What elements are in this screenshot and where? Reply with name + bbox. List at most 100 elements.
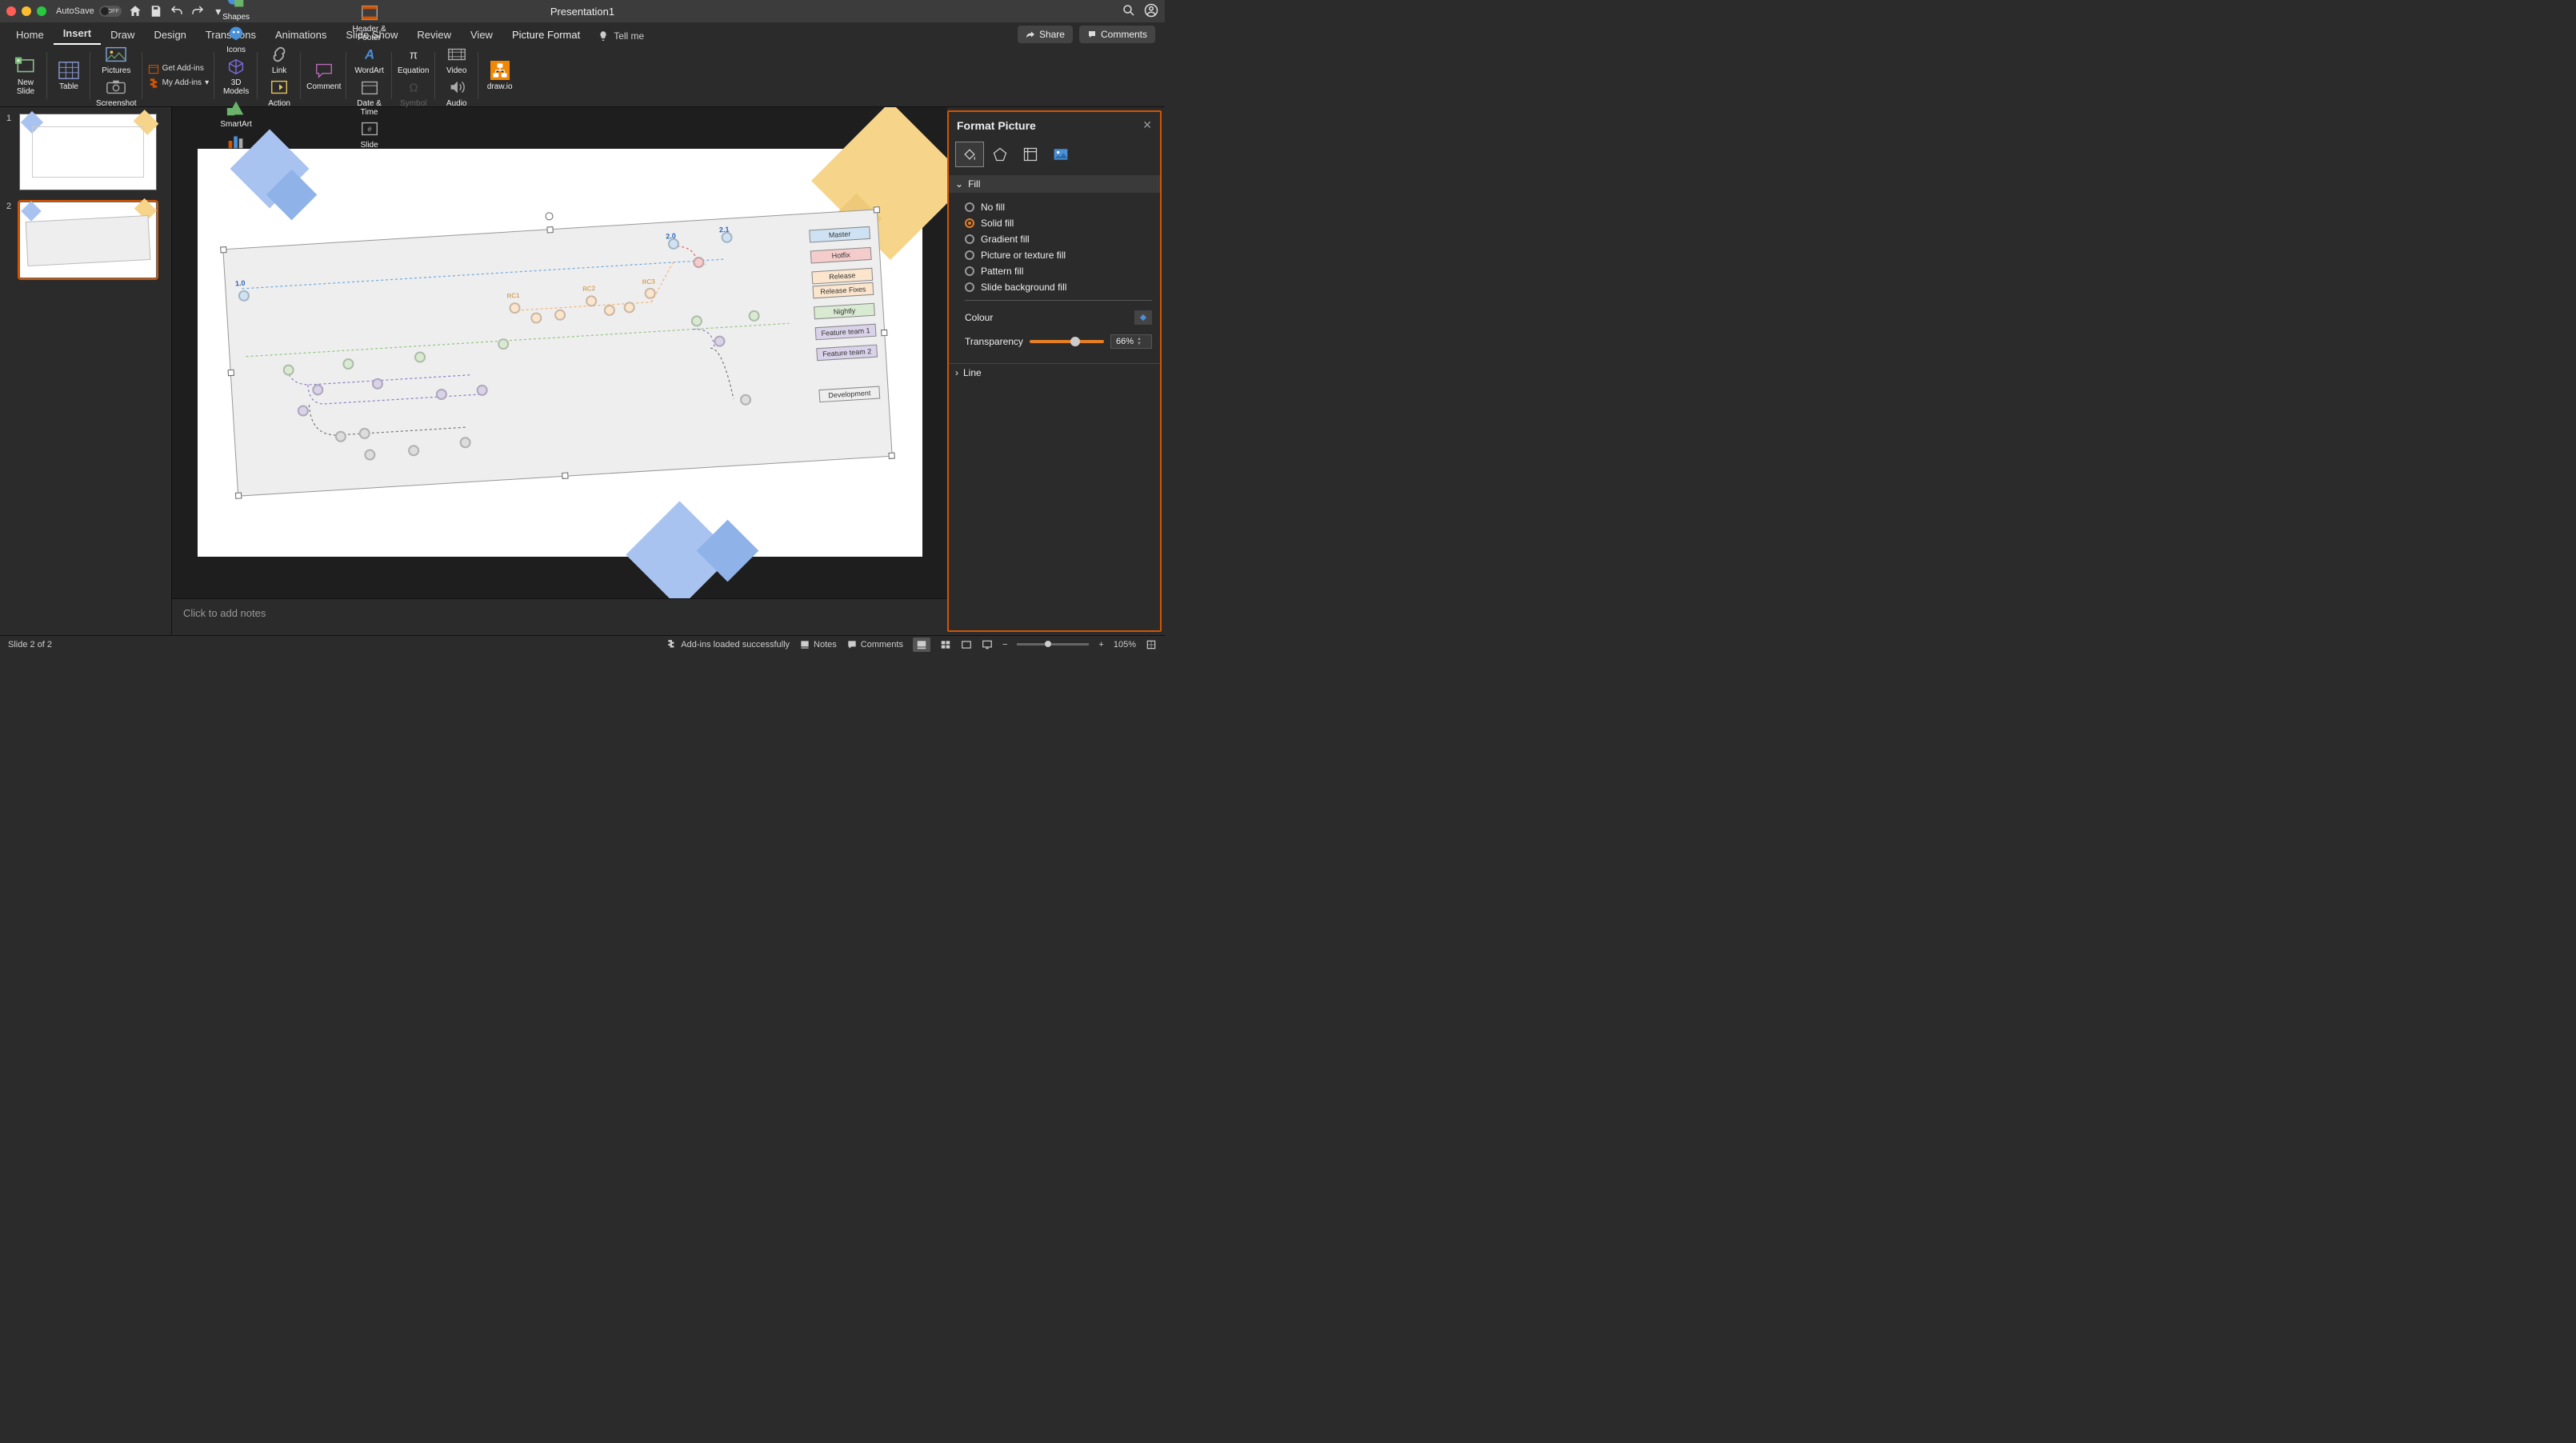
resize-handle[interactable] <box>562 472 568 478</box>
tab-animations[interactable]: Animations <box>266 25 336 45</box>
tell-me-search[interactable]: Tell me <box>590 27 652 45</box>
commit-dot <box>342 358 354 370</box>
zoom-slider[interactable] <box>1017 643 1089 646</box>
tab-home[interactable]: Home <box>6 25 54 45</box>
selected-picture[interactable]: Master Hotfix Release Release Fixes Nigh… <box>222 209 892 496</box>
icons-button[interactable]: Icons <box>220 23 252 54</box>
get-addins-button[interactable]: Get Add-ins <box>148 63 210 74</box>
comments-button[interactable]: Comments <box>1079 26 1155 43</box>
tab-design[interactable]: Design <box>144 25 195 45</box>
chevron-right-icon: › <box>955 367 958 378</box>
close-pane-icon[interactable]: ✕ <box>1142 118 1152 132</box>
fit-to-window-button[interactable] <box>1146 639 1157 650</box>
resize-handle[interactable] <box>873 206 879 213</box>
header-footer-button[interactable]: Header & Footer <box>352 2 386 42</box>
3d-models-button[interactable]: 3D Models <box>220 56 252 96</box>
slide-canvas-wrap[interactable]: Master Hotfix Release Release Fixes Nigh… <box>172 107 947 598</box>
normal-view-button[interactable] <box>913 638 930 652</box>
line-section-header[interactable]: › Line <box>949 363 1160 382</box>
thumbnail-2[interactable]: 2 <box>6 202 165 278</box>
save-icon[interactable] <box>149 4 163 18</box>
reading-view-button[interactable] <box>961 639 972 650</box>
comment-button[interactable]: Comment <box>306 60 341 91</box>
minimize-window-button[interactable] <box>22 6 31 16</box>
search-icon[interactable] <box>1122 3 1136 20</box>
equation-button[interactable]: πEquation <box>398 44 430 75</box>
resize-handle[interactable] <box>546 226 553 233</box>
account-icon[interactable] <box>1144 3 1158 20</box>
wordart-button[interactable]: AWordArt <box>354 44 386 75</box>
thumbnail-1[interactable]: 1 <box>6 114 165 190</box>
fill-no-fill[interactable]: No fill <box>965 199 1152 215</box>
zoom-out-button[interactable]: − <box>1002 640 1007 650</box>
zoom-window-button[interactable] <box>37 6 46 16</box>
tab-view[interactable]: View <box>461 25 502 45</box>
ribbon-tabs: Home Insert Draw Design Transitions Anim… <box>0 22 1165 45</box>
new-slide-icon <box>14 56 38 77</box>
tab-insert[interactable]: Insert <box>54 23 101 45</box>
share-button[interactable]: Share <box>1018 26 1073 43</box>
fill-gradient[interactable]: Gradient fill <box>965 231 1152 247</box>
screenshot-button[interactable]: Screenshot <box>96 77 137 108</box>
table-button[interactable]: Table <box>53 60 85 91</box>
body-area: 1 2 <box>0 107 1165 635</box>
my-addins-button[interactable]: My Add-ins ▾ <box>148 78 210 89</box>
slide-indicator[interactable]: Slide 2 of 2 <box>8 640 52 650</box>
fill-solid[interactable]: Solid fill <box>965 215 1152 231</box>
thumbnail-2-image[interactable] <box>19 202 157 278</box>
branch-label-nightly: Nightly <box>814 303 875 320</box>
fill-line-tab[interactable] <box>955 142 984 167</box>
slideshow-view-button[interactable] <box>982 639 993 650</box>
transparency-slider[interactable] <box>1030 340 1104 343</box>
action-button[interactable]: Action <box>263 77 295 108</box>
thumbnail-1-image[interactable] <box>19 114 157 190</box>
notes-pane[interactable]: Click to add notes <box>172 598 947 635</box>
autosave-pill[interactable]: OFF <box>99 6 122 17</box>
resize-handle[interactable] <box>234 492 241 498</box>
redo-icon[interactable] <box>190 4 205 18</box>
zoom-level[interactable]: 105% <box>1114 640 1136 650</box>
size-tab[interactable] <box>1016 142 1045 167</box>
window-controls <box>6 6 46 16</box>
new-slide-button[interactable]: New Slide <box>10 56 42 96</box>
commit-dot <box>644 287 656 299</box>
shapes-button[interactable]: Shapes <box>220 0 252 22</box>
tab-review[interactable]: Review <box>407 25 461 45</box>
home-icon[interactable] <box>128 4 142 18</box>
commit-dot <box>476 384 488 396</box>
tab-draw[interactable]: Draw <box>101 25 144 45</box>
zoom-in-button[interactable]: + <box>1098 640 1103 650</box>
commit-dot <box>282 364 294 376</box>
undo-icon[interactable] <box>170 4 184 18</box>
autosave-toggle[interactable]: AutoSave OFF <box>56 6 122 17</box>
textbox-button[interactable]: AText Box <box>354 0 386 1</box>
pictures-button[interactable]: Pictures <box>100 44 132 75</box>
notes-button[interactable]: Notes <box>799 639 837 650</box>
fill-picture[interactable]: Picture or texture fill <box>965 247 1152 263</box>
fill-section-header[interactable]: ⌄ Fill <box>949 175 1160 193</box>
video-button[interactable]: Video <box>441 44 473 75</box>
drawio-button[interactable]: draw.io <box>484 60 516 91</box>
audio-button[interactable]: Audio <box>441 77 473 108</box>
effects-tab[interactable] <box>986 142 1014 167</box>
sorter-view-button[interactable] <box>940 639 951 650</box>
cube-icon <box>224 56 248 77</box>
resize-handle[interactable] <box>220 246 226 253</box>
paint-bucket-icon <box>962 146 978 162</box>
resize-handle[interactable] <box>888 453 894 459</box>
fill-slide-bg[interactable]: Slide background fill <box>965 279 1152 295</box>
colour-picker-button[interactable] <box>1134 310 1152 325</box>
resize-handle[interactable] <box>881 330 887 336</box>
transparency-input[interactable]: 66%▲▼ <box>1110 334 1152 349</box>
rotation-handle[interactable] <box>545 212 554 221</box>
slide-canvas[interactable]: Master Hotfix Release Release Fixes Nigh… <box>198 149 922 557</box>
link-button[interactable]: Link <box>263 44 295 75</box>
tab-picture-format[interactable]: Picture Format <box>502 25 590 45</box>
close-window-button[interactable] <box>6 6 16 16</box>
resize-handle[interactable] <box>227 370 234 376</box>
fill-pattern[interactable]: Pattern fill <box>965 263 1152 279</box>
addins-status[interactable]: Add-ins loaded successfully <box>666 639 790 650</box>
picture-tab[interactable] <box>1046 142 1075 167</box>
slide-thumbnails-panel[interactable]: 1 2 <box>0 107 172 635</box>
comments-status-button[interactable]: Comments <box>846 639 903 650</box>
